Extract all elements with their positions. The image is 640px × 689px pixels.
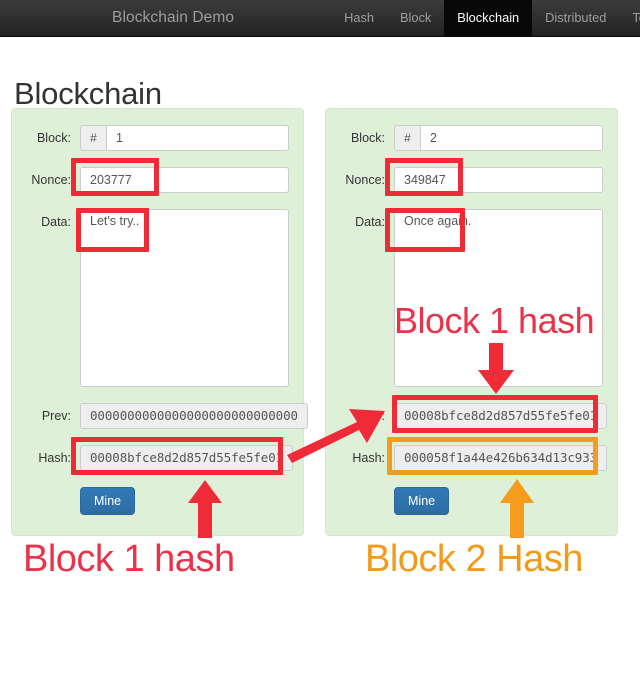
nonce-input-2[interactable]: 349847 <box>394 167 603 193</box>
nonce-input-1[interactable]: 203777 <box>80 167 289 193</box>
hash-label-2: Hash: <box>352 451 385 465</box>
mine-row-1: Mine <box>12 487 303 515</box>
prev-row-1: Prev: 0000000000000000000000000000 <box>12 403 308 429</box>
hash-row-2: Hash: 000058f1a44e426b634d13c933 <box>326 445 617 471</box>
nonce-label-2: Nonce: <box>345 173 385 187</box>
block-number-prefix-2: # <box>394 125 421 151</box>
page-title: Blockchain <box>14 75 162 111</box>
nonce-row-1: Nonce: 203777 <box>12 167 303 193</box>
nav-item-token[interactable]: Token <box>619 0 640 36</box>
data-label-2: Data: <box>355 215 385 229</box>
prev-label-2: Prev: <box>355 409 385 423</box>
hash-field-2[interactable]: 000058f1a44e426b634d13c933 <box>394 445 608 471</box>
block-label-2: Block: <box>350 131 385 145</box>
nav-item-block[interactable]: Block <box>387 0 444 36</box>
block-number-row-2: Block: # 2 <box>326 125 617 151</box>
mine-row-2: Mine <box>326 487 617 515</box>
data-label-1: Data: <box>41 215 71 229</box>
prev-label-1: Prev: <box>41 409 71 423</box>
nav-item-blockchain[interactable]: Blockchain <box>444 0 533 36</box>
annotation-caption-block1-hash: Block 1 hash <box>23 538 235 580</box>
navbar-brand[interactable]: Blockchain Demo <box>100 0 246 36</box>
prev-hash-field-2[interactable]: 00008bfce8d2d857d55fe5fe01 <box>394 403 608 429</box>
app-root: Blockchain Demo Hash Block Blockchain Di… <box>0 0 640 689</box>
data-row-2: Data: Once again. <box>326 209 617 387</box>
block-label-1: Block: <box>36 131 71 145</box>
data-row-1: Data: Let's try.. <box>12 209 303 387</box>
top-navbar: Blockchain Demo Hash Block Blockchain Di… <box>0 0 640 37</box>
nav-item-distributed[interactable]: Distributed <box>532 0 619 36</box>
prev-row-2: Prev: 00008bfce8d2d857d55fe5fe01 <box>326 403 617 429</box>
block-number-prefix-1: # <box>80 125 107 151</box>
data-textarea-1[interactable]: Let's try.. <box>80 209 289 387</box>
mine-button-1[interactable]: Mine <box>80 487 136 515</box>
annotation-caption-block1-hash-inline: Block 1 hash <box>394 300 595 341</box>
block-number-input-1[interactable]: 1 <box>106 125 289 151</box>
data-textarea-2[interactable]: Once again. <box>394 209 603 387</box>
hash-field-1[interactable]: 00008bfce8d2d857d55fe5fe01 <box>80 445 294 471</box>
nonce-row-2: Nonce: 349847 <box>326 167 617 193</box>
annotation-caption-block2-hash: Block 2 Hash <box>365 538 583 580</box>
nav-item-hash[interactable]: Hash <box>331 0 387 36</box>
hash-row-1: Hash: 00008bfce8d2d857d55fe5fe01 <box>12 445 303 471</box>
hash-label-1: Hash: <box>38 451 71 465</box>
block-number-input-2[interactable]: 2 <box>420 125 603 151</box>
block-panel-1: Block: # 1 Nonce: 203777 Data: Let's try… <box>11 108 308 536</box>
prev-hash-field-1[interactable]: 0000000000000000000000000000 <box>80 403 308 429</box>
block-number-row-1: Block: # 1 <box>12 125 303 151</box>
navbar-links: Hash Block Blockchain Distributed Token <box>331 0 640 36</box>
nonce-label-1: Nonce: <box>31 173 71 187</box>
mine-button-2[interactable]: Mine <box>394 487 450 515</box>
